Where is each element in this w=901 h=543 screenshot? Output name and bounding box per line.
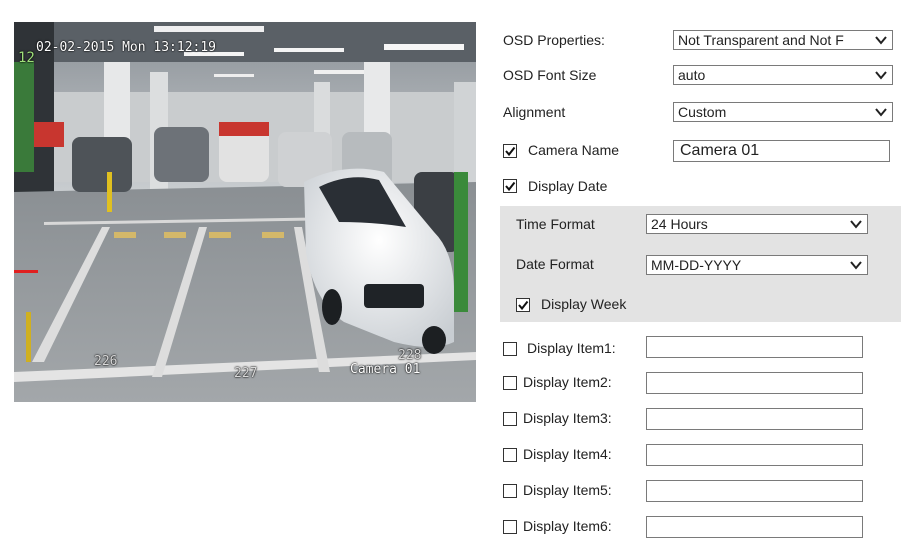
display-item3-input[interactable] — [646, 408, 863, 430]
display-item3-label: Display Item3: — [523, 410, 612, 426]
display-item4-input[interactable] — [646, 444, 863, 466]
osd-properties-label: OSD Properties: — [503, 32, 605, 48]
osd-font-size-label: OSD Font Size — [503, 67, 597, 83]
osd-properties-select[interactable]: Not Transparent and Not F — [673, 30, 893, 50]
parking-number-227: 227 — [234, 366, 258, 381]
display-item6-label: Display Item6: — [523, 518, 612, 534]
time-format-label: Time Format — [516, 216, 595, 232]
parking-number-226: 226 — [94, 354, 118, 369]
chevron-down-icon — [875, 108, 887, 117]
osd-font-size-value: auto — [678, 67, 706, 83]
date-format-label: Date Format — [516, 256, 594, 272]
side-number: 12 — [18, 50, 35, 66]
display-item4-checkbox[interactable] — [503, 448, 517, 462]
chevron-down-icon — [875, 36, 887, 45]
checkmark-icon — [505, 146, 516, 157]
osd-font-size-select[interactable]: auto — [673, 65, 893, 85]
alignment-select[interactable]: Custom — [673, 102, 893, 122]
display-item5-input[interactable] — [646, 480, 863, 502]
checkmark-icon — [518, 300, 529, 311]
date-format-value: MM-DD-YYYY — [651, 257, 742, 273]
osd-camera-name[interactable]: Camera 01 — [350, 362, 420, 377]
parking-number-228: 228 — [398, 348, 422, 363]
checkmark-icon — [505, 181, 516, 192]
camera-name-input[interactable] — [673, 140, 890, 162]
camera-name-label: Camera Name — [528, 142, 620, 158]
display-item2-input[interactable] — [646, 372, 863, 394]
display-date-label: Display Date — [528, 178, 608, 194]
display-item4-label: Display Item4: — [523, 446, 612, 462]
osd-properties-value: Not Transparent and Not F — [678, 32, 844, 48]
date-format-select[interactable]: MM-DD-YYYY — [646, 255, 868, 275]
chevron-down-icon — [850, 220, 862, 229]
parking-garage-image — [14, 22, 476, 402]
display-week-label: Display Week — [541, 296, 627, 312]
display-item6-checkbox[interactable] — [503, 520, 517, 534]
camera-name-checkbox[interactable] — [503, 144, 517, 158]
display-item1-checkbox[interactable] — [503, 342, 517, 356]
display-item1-label: Display Item1: — [527, 340, 616, 356]
osd-timestamp[interactable]: 02-02-2015 Mon 13:12:19 — [36, 40, 216, 55]
display-item5-label: Display Item5: — [523, 482, 612, 498]
display-item3-checkbox[interactable] — [503, 412, 517, 426]
display-item2-checkbox[interactable] — [503, 376, 517, 390]
display-week-checkbox[interactable] — [516, 298, 530, 312]
alignment-value: Custom — [678, 104, 727, 120]
time-format-value: 24 Hours — [651, 216, 708, 232]
display-date-checkbox[interactable] — [503, 179, 517, 193]
display-item5-checkbox[interactable] — [503, 484, 517, 498]
display-item1-input[interactable] — [646, 336, 863, 358]
chevron-down-icon — [875, 71, 887, 80]
display-item2-label: Display Item2: — [523, 374, 612, 390]
alignment-label: Alignment — [503, 104, 566, 120]
chevron-down-icon — [850, 261, 862, 270]
display-item6-input[interactable] — [646, 516, 863, 538]
time-format-select[interactable]: 24 Hours — [646, 214, 868, 234]
camera-preview[interactable]: 02-02-2015 Mon 13:12:19 Camera 01 12 226… — [14, 22, 476, 402]
